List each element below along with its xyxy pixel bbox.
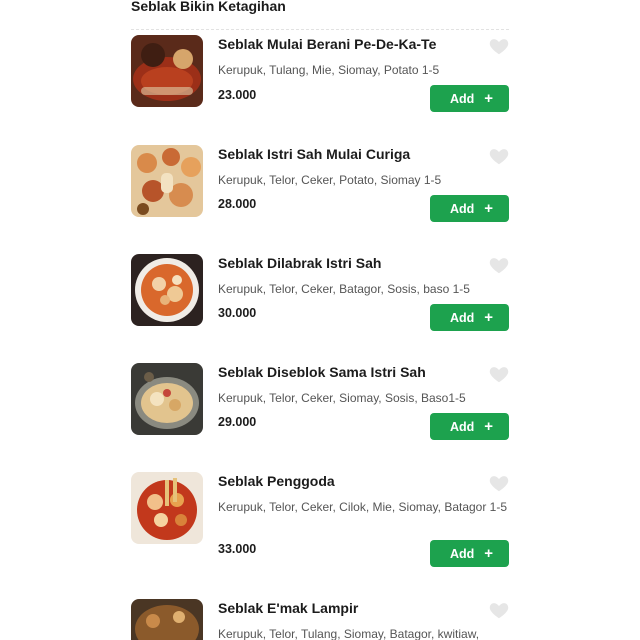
item-description: Kerupuk, Telor, Ceker, Cilok, Mie, Sioma… (218, 500, 508, 514)
add-label: Add (449, 546, 475, 561)
item-price: 30.000 (218, 306, 257, 320)
item-description: Kerupuk, Tulang, Mie, Siomay, Potato 1-5 (218, 63, 440, 77)
heart-icon (489, 258, 509, 274)
menu-item[interactable]: Seblak Diseblok Sama Istri Sah Kerupuk, … (131, 363, 509, 463)
item-name: Seblak Istri Sah Mulai Curiga (218, 146, 411, 162)
plus-icon: + (484, 200, 494, 217)
item-price: 33.000 (218, 542, 257, 556)
favorite-button[interactable] (488, 472, 510, 494)
item-name: Seblak Dilabrak Istri Sah (218, 255, 382, 271)
item-name: Seblak Mulai Berani Pe-De-Ka-Te (218, 36, 437, 52)
item-description: Kerupuk, Telor, Ceker, Batagor, Sosis, b… (218, 282, 470, 296)
plus-icon: + (484, 309, 494, 326)
plus-icon: + (484, 90, 494, 107)
section-title: Seblak Bikin Ketagihan (131, 0, 286, 14)
favorite-button[interactable] (488, 35, 510, 57)
plus-icon: + (484, 418, 494, 435)
menu-item[interactable]: Seblak Penggoda Kerupuk, Telor, Ceker, C… (131, 472, 509, 592)
heart-icon (489, 476, 509, 492)
add-button[interactable]: Add + (430, 540, 509, 567)
menu-item[interactable]: Seblak Istri Sah Mulai Curiga Kerupuk, T… (131, 145, 509, 245)
add-button[interactable]: Add + (430, 85, 509, 112)
favorite-button[interactable] (488, 145, 510, 167)
item-name: Seblak Penggoda (218, 473, 335, 489)
heart-icon (489, 149, 509, 165)
food-photo[interactable] (131, 145, 203, 217)
food-photo[interactable] (131, 254, 203, 326)
food-photo[interactable] (131, 599, 203, 640)
heart-icon (489, 367, 509, 383)
item-description: Kerupuk, Telor, Ceker, Siomay, Sosis, Ba… (218, 391, 466, 405)
item-name: Seblak Diseblok Sama Istri Sah (218, 364, 426, 380)
item-name: Seblak E'mak Lampir (218, 600, 359, 616)
item-price: 29.000 (218, 415, 257, 429)
favorite-button[interactable] (488, 599, 510, 621)
add-button[interactable]: Add + (430, 413, 509, 440)
item-description: Kerupuk, Telor, Ceker, Potato, Siomay 1-… (218, 173, 442, 187)
heart-icon (489, 39, 509, 55)
favorite-button[interactable] (488, 254, 510, 276)
plus-icon: + (484, 545, 494, 562)
add-label: Add (449, 201, 475, 216)
add-label: Add (449, 419, 475, 434)
food-photo[interactable] (131, 363, 203, 435)
item-price: 23.000 (218, 88, 257, 102)
menu-item[interactable]: Seblak E'mak Lampir Kerupuk, Telor, Tula… (131, 599, 509, 640)
favorite-button[interactable] (488, 363, 510, 385)
item-price: 28.000 (218, 197, 257, 211)
section-divider (131, 29, 509, 30)
item-description: Kerupuk, Telor, Tulang, Siomay, Batagor,… (218, 627, 480, 640)
add-label: Add (449, 91, 475, 106)
food-photo[interactable] (131, 472, 203, 544)
menu-item[interactable]: Seblak Dilabrak Istri Sah Kerupuk, Telor… (131, 254, 509, 354)
heart-icon (489, 603, 509, 619)
add-button[interactable]: Add + (430, 304, 509, 331)
food-photo[interactable] (131, 35, 203, 107)
menu-page: Seblak Bikin Ketagihan Seblak Mulai Bera… (0, 0, 640, 640)
add-button[interactable]: Add + (430, 195, 509, 222)
add-label: Add (449, 310, 475, 325)
menu-item[interactable]: Seblak Mulai Berani Pe-De-Ka-Te Kerupuk,… (131, 35, 509, 135)
